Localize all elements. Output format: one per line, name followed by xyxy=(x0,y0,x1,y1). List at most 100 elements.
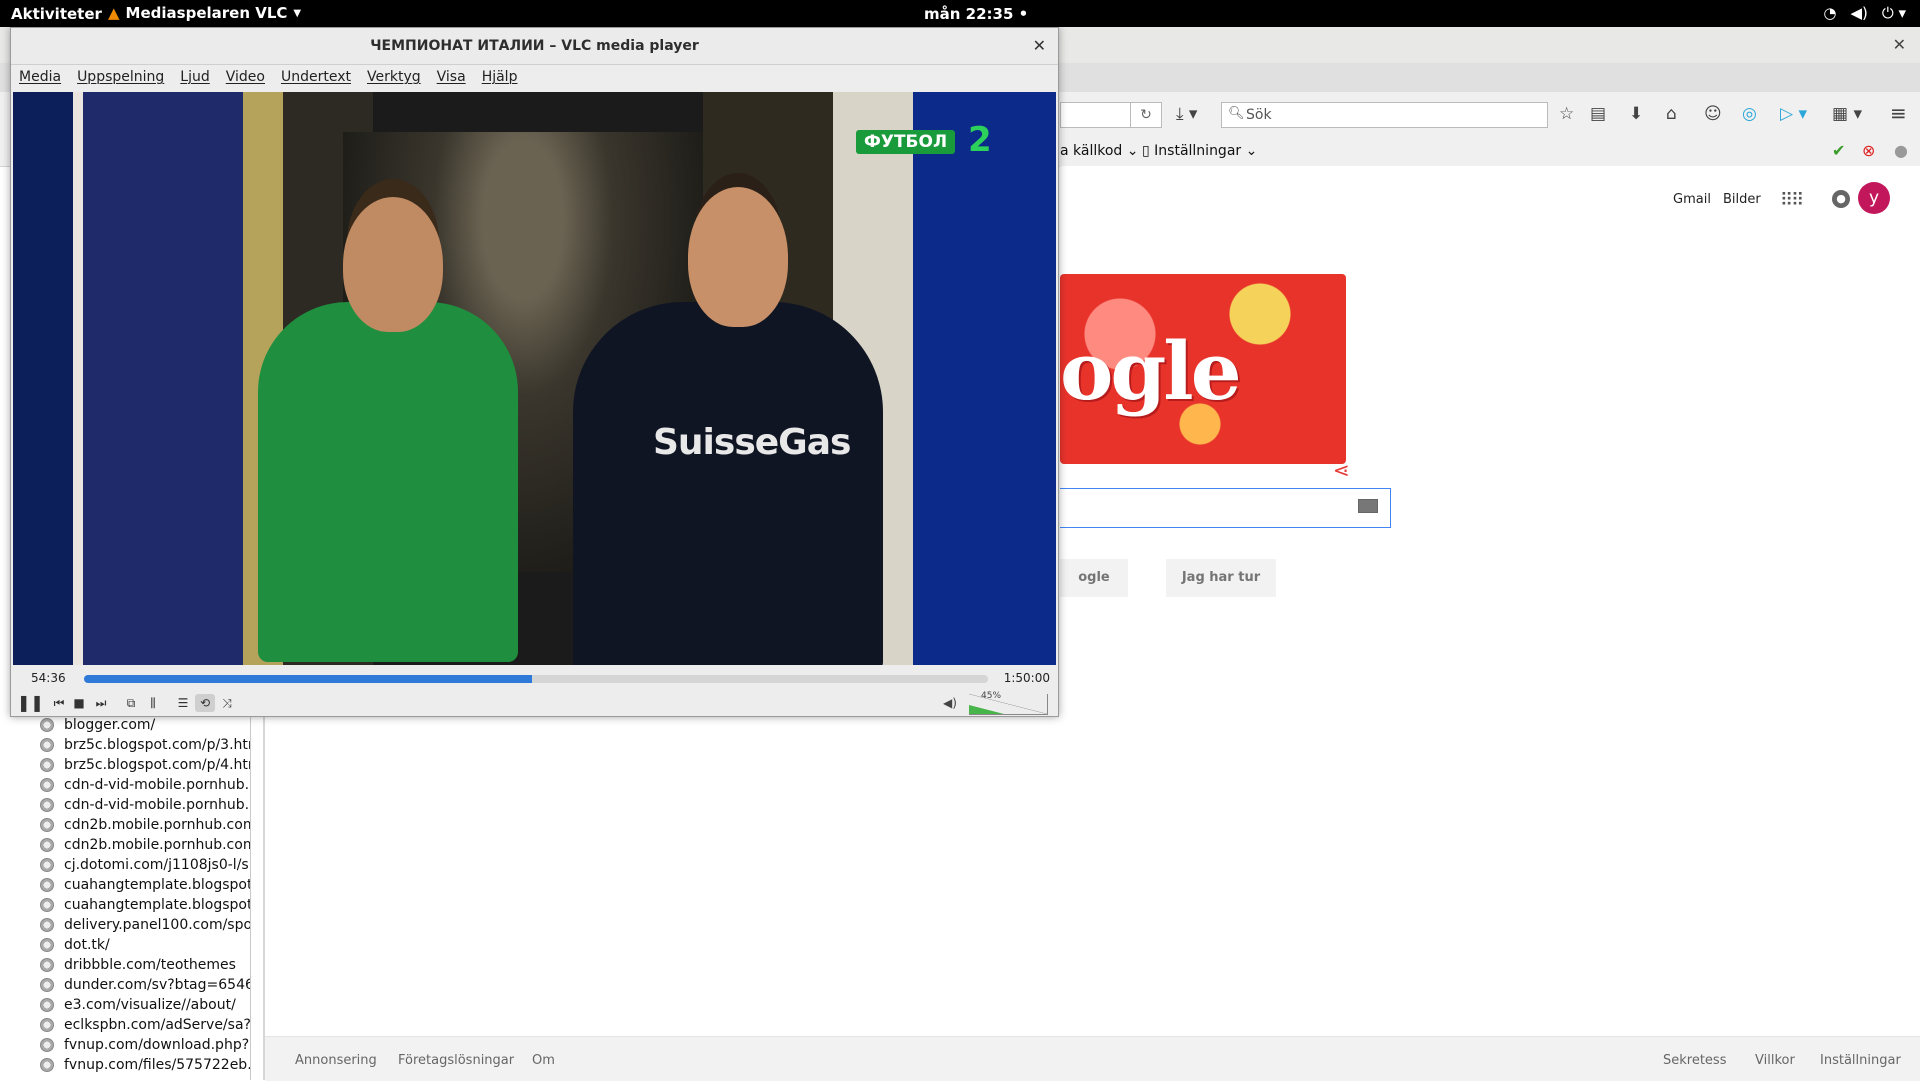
history-item[interactable]: fvnup.com/files/575722eb... xyxy=(40,1055,250,1075)
chat-icon[interactable]: ☺ xyxy=(1704,104,1722,124)
playlist-icon[interactable]: ☰ xyxy=(173,694,193,712)
globe-icon xyxy=(40,838,54,852)
menu-playback[interactable]: Uppspelning xyxy=(69,65,172,89)
feeling-lucky-button[interactable]: Jag har tur xyxy=(1166,559,1276,597)
menu-media[interactable]: Media xyxy=(11,65,69,89)
sync-icon[interactable]: ◎ xyxy=(1742,104,1757,124)
menu-audio[interactable]: Ljud xyxy=(172,65,217,89)
sidebar-scrollbar[interactable] xyxy=(263,715,265,1080)
menu-video[interactable]: Video xyxy=(218,65,273,89)
home-icon[interactable]: ⌂ xyxy=(1666,104,1677,124)
previous-icon[interactable]: ⏮ xyxy=(49,694,69,712)
video-frame[interactable]: SuisseGas ФУТБОЛ 2 xyxy=(13,92,1056,665)
extension-icon[interactable]: ▦ ▾ xyxy=(1832,104,1862,124)
system-tray[interactable]: ◔ ◀) ⏻ ▾ xyxy=(1823,4,1906,22)
power-icon: ⏻ ▾ xyxy=(1881,4,1906,22)
history-item-label: eclkspbn.com/adServe/sa?... xyxy=(64,1017,250,1033)
footer-link-business[interactable]: Företagslösningar xyxy=(398,1053,514,1068)
globe-icon xyxy=(40,978,54,992)
hamburger-menu-icon[interactable]: ≡ xyxy=(1890,101,1907,125)
history-item[interactable]: e3.com/visualize//about/ xyxy=(40,995,250,1015)
globe-icon xyxy=(40,918,54,932)
top-bar: Aktiviteter ▲ Mediaspelaren VLC ▼ mån 22… xyxy=(0,0,1920,27)
gmail-link[interactable]: Gmail xyxy=(1673,192,1711,207)
vlc-window: ЧЕМПИОНАТ ИТАЛИИ – VLC media player ✕ Me… xyxy=(10,27,1059,717)
extended-settings-icon[interactable]: ⫼ xyxy=(143,694,163,712)
time-elapsed[interactable]: 54:36 xyxy=(31,671,66,685)
apps-grid-icon[interactable]: ⠿⠿ xyxy=(1780,190,1804,211)
error-icon[interactable]: ⊗ xyxy=(1862,141,1875,160)
channel-number: 2 xyxy=(968,120,992,160)
status-dot-icon[interactable]: ● xyxy=(1894,141,1908,160)
history-item-label: cuahangtemplate.blogspot.... xyxy=(64,897,250,913)
pause-icon[interactable]: ❚❚ xyxy=(17,694,44,712)
time-total[interactable]: 1:50:00 xyxy=(1004,671,1050,685)
reload-icon[interactable]: ↻ xyxy=(1130,102,1162,128)
menu-tools[interactable]: Verktyg xyxy=(359,65,429,89)
footer-link-ads[interactable]: Annonsering xyxy=(295,1053,377,1068)
app-menu[interactable]: ▲ Mediaspelaren VLC ▼ xyxy=(108,4,301,22)
images-link[interactable]: Bilder xyxy=(1723,192,1761,207)
globe-icon xyxy=(40,778,54,792)
globe-icon xyxy=(40,1058,54,1072)
history-item[interactable]: cj.dotomi.com/j1108js0-l/s... xyxy=(40,855,250,875)
google-search-input[interactable] xyxy=(1060,488,1391,528)
menu-help[interactable]: Hjälp xyxy=(474,65,526,89)
history-item[interactable]: dot.tk/ xyxy=(40,935,250,955)
globe-icon xyxy=(40,798,54,812)
avatar[interactable]: y xyxy=(1858,182,1890,214)
history-item-label: cj.dotomi.com/j1108js0-l/s... xyxy=(64,857,250,873)
history-item-label: cdn-d-vid-mobile.pornhub.... xyxy=(64,777,250,793)
channel-logo: ФУТБОЛ xyxy=(856,130,956,154)
history-item[interactable]: brz5c.blogspot.com/p/3.html xyxy=(40,735,250,755)
fullscreen-icon[interactable]: ⧉ xyxy=(121,694,141,712)
history-item[interactable]: cdn-d-vid-mobile.pornhub.... xyxy=(40,795,250,815)
loop-icon[interactable]: ⟲ xyxy=(195,694,215,712)
history-item[interactable]: cuahangtemplate.blogspot.... xyxy=(40,895,250,915)
volume-slider[interactable]: 45% xyxy=(969,691,1048,715)
history-item[interactable]: eclkspbn.com/adServe/sa?... xyxy=(40,1015,250,1035)
check-icon[interactable]: ✔ xyxy=(1832,141,1845,160)
menu-view[interactable]: Visa xyxy=(429,65,474,89)
footer-link-settings[interactable]: Inställningar xyxy=(1820,1053,1901,1068)
history-item[interactable]: cuahangtemplate.blogspot.... xyxy=(40,875,250,895)
reading-list-icon[interactable]: ▤ xyxy=(1590,104,1606,124)
notifications-bell-icon[interactable]: ● xyxy=(1832,190,1850,208)
share-icon[interactable]: ⋖ xyxy=(1333,458,1350,482)
history-item[interactable]: brz5c.blogspot.com/p/4.html xyxy=(40,755,250,775)
footer-link-about[interactable]: Om xyxy=(532,1053,555,1068)
history-item[interactable]: dunder.com/sv?btag=6546... xyxy=(40,975,250,995)
close-icon[interactable]: ✕ xyxy=(1033,28,1046,64)
seek-slider[interactable] xyxy=(84,675,988,683)
close-icon[interactable]: ✕ xyxy=(1893,35,1906,54)
history-item[interactable]: blogger.com/ xyxy=(40,715,250,735)
source-menu[interactable]: a källkod ⌄ xyxy=(1060,143,1139,159)
google-doodle[interactable]: ogle xyxy=(1060,274,1346,464)
next-icon[interactable]: ⏭ xyxy=(91,694,111,712)
footer-link-terms[interactable]: Villkor xyxy=(1755,1053,1795,1068)
activities-button[interactable]: Aktiviteter xyxy=(11,5,102,23)
shuffle-icon[interactable]: ⤨ xyxy=(217,694,237,712)
history-item[interactable]: delivery.panel100.com/spo... xyxy=(40,915,250,935)
history-item[interactable]: fvnup.com/download.php?i... xyxy=(40,1035,250,1055)
download-dropdown-icon[interactable]: ⤓ ▾ xyxy=(1176,104,1197,124)
google-search-button[interactable]: ogle xyxy=(1060,559,1128,597)
keyboard-icon[interactable] xyxy=(1358,499,1378,513)
addon-icon[interactable]: ▷ ▾ xyxy=(1780,104,1807,124)
settings-menu[interactable]: ▯ Inställningar ⌄ xyxy=(1142,143,1257,159)
history-item[interactable]: cdn2b.mobile.pornhub.com... xyxy=(40,815,250,835)
stop-icon[interactable]: ■ xyxy=(69,694,89,712)
app-menu-label: Mediaspelaren VLC xyxy=(125,4,288,22)
seek-progress xyxy=(84,675,533,683)
download-icon[interactable]: ⬇ xyxy=(1629,104,1643,124)
history-item[interactable]: dribbble.com/teothemes xyxy=(40,955,250,975)
history-item[interactable]: cdn2b.mobile.pornhub.com... xyxy=(40,835,250,855)
playback-controls: ❚❚ ⏮ ■ ⏭ ⧉ ⫼ ☰ ⟲ ⤨ ◀) 45% xyxy=(11,691,1058,716)
clock[interactable]: mån 22:35 • xyxy=(924,5,1028,23)
history-item[interactable]: cdn-d-vid-mobile.pornhub.... xyxy=(40,775,250,795)
menu-subtitle[interactable]: Undertext xyxy=(273,65,359,89)
search-bar[interactable]: 🔍︎ Sök xyxy=(1221,102,1548,128)
footer-link-privacy[interactable]: Sekretess xyxy=(1663,1053,1726,1068)
speaker-icon[interactable]: ◀) xyxy=(943,696,957,710)
bookmark-star-icon[interactable]: ☆ xyxy=(1559,104,1574,124)
